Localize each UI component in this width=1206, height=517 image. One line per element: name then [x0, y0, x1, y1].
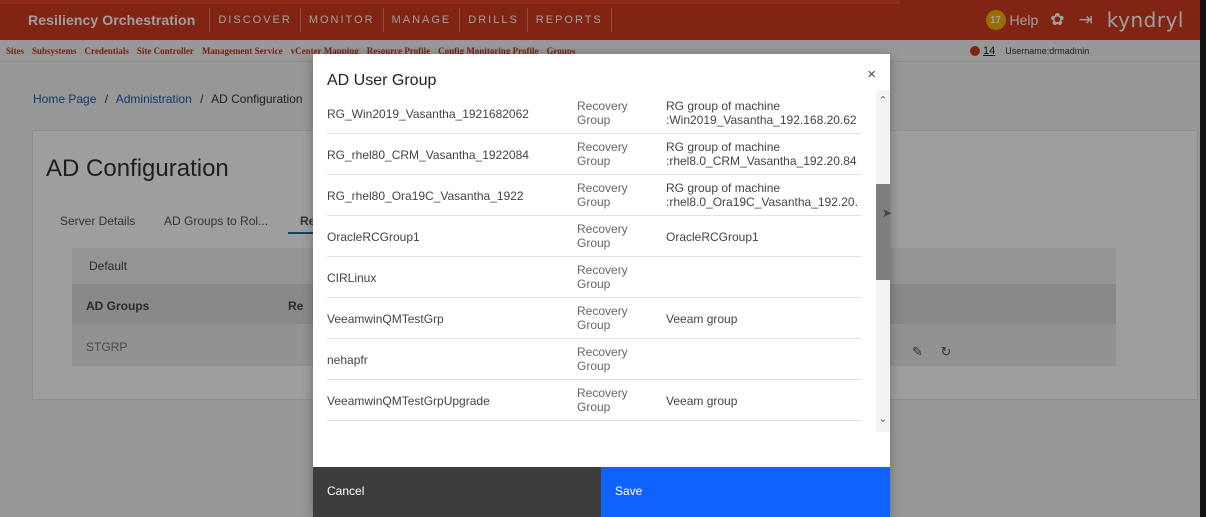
- group-type-line: Recovery: [577, 263, 628, 277]
- group-description-line: RG group of machine: [666, 140, 781, 154]
- group-type-line: Recovery: [577, 140, 628, 154]
- group-name: RG_rhel80_CRM_Vasantha_1922084: [327, 148, 529, 162]
- group-description: RG group of machine:Win2019_Vasantha_192…: [666, 99, 861, 127]
- group-type-line: Recovery: [577, 222, 628, 236]
- ad-user-group-modal: AD User Group × RG_Win2019_Vasantha_1921…: [313, 54, 890, 517]
- list-item[interactable]: VeeamwinQMTestGrp Recovery Group Veeam grou…: [327, 299, 861, 339]
- group-type-line: Recovery: [577, 304, 628, 318]
- group-type-line: Group: [577, 195, 611, 209]
- group-type-line: Group: [577, 400, 611, 414]
- group-description-line: OracleRCGroup1: [666, 230, 759, 244]
- group-type: Recovery Group: [577, 222, 662, 250]
- group-type-line: Group: [577, 359, 611, 373]
- list-item[interactable]: RG_Win2019_Vasantha_1921682062 Recovery Gr…: [327, 96, 861, 134]
- group-type: Recovery Group: [577, 181, 662, 209]
- group-type-line: Recovery: [577, 386, 628, 400]
- group-type-line: Recovery: [577, 181, 628, 195]
- group-type: Recovery Group: [577, 263, 662, 291]
- group-description: RG group of machine:rhel8.0_CRM_Vasantha…: [666, 140, 861, 168]
- group-name: nehapfr: [327, 353, 368, 367]
- group-type-line: Group: [577, 154, 611, 168]
- modal-title: AD User Group: [327, 72, 437, 89]
- page: Resiliency Orchestration DISCOVER MONITO…: [0, 0, 1206, 517]
- group-type-line: Group: [577, 113, 611, 127]
- group-type: Recovery Group: [577, 140, 662, 168]
- group-description-line: :rhel8.0_Ora19C_Vasantha_192.20.: [666, 195, 858, 209]
- group-name: VeeamwinQMTestGrpUpgrade: [327, 394, 490, 408]
- scroll-down-icon[interactable]: ⌄: [877, 412, 889, 425]
- group-description-line: RG group of machine: [666, 181, 781, 195]
- list-item[interactable]: VeeamwinQMTestGrpUpgrade Recovery Group Vee…: [327, 381, 861, 421]
- group-name: VeeamwinQMTestGrp: [327, 312, 444, 326]
- group-description: Veeam group: [666, 312, 861, 326]
- group-description: OracleRCGroup1: [666, 230, 861, 244]
- save-button[interactable]: Save: [601, 467, 890, 517]
- group-type: Recovery Group: [577, 345, 662, 373]
- group-name: CIRLinux: [327, 271, 377, 285]
- list-item[interactable]: RG_rhel80_Ora19C_Vasantha_1922 Recovery Gr…: [327, 176, 861, 216]
- cancel-button[interactable]: Cancel: [313, 467, 601, 517]
- group-type-line: Recovery: [577, 99, 628, 113]
- group-name: RG_Win2019_Vasantha_1921682062: [327, 107, 529, 121]
- group-type: Recovery Group: [577, 99, 662, 127]
- group-description: RG group of machine:rhel8.0_Ora19C_Vasan…: [666, 181, 861, 209]
- group-description-line: Veeam group: [666, 312, 738, 326]
- list-item[interactable]: RG_rhel80_CRM_Vasantha_1922084 Recovery Gr…: [327, 135, 861, 175]
- group-type: Recovery Group: [577, 304, 662, 332]
- list-item[interactable]: CIRLinux Recovery Group: [327, 258, 861, 298]
- group-description: Veeam group: [666, 394, 861, 408]
- group-description-line: Veeam group: [666, 394, 738, 408]
- group-name: RG_rhel80_Ora19C_Vasantha_1922: [327, 189, 524, 203]
- window-edge: [1200, 0, 1206, 517]
- scroll-up-icon[interactable]: ⌃: [877, 94, 889, 107]
- group-description-line: RG group of machine: [666, 99, 781, 113]
- group-description-line: :rhel8.0_CRM_Vasantha_192.20.84: [666, 154, 857, 168]
- close-icon[interactable]: ×: [867, 66, 876, 83]
- list-item[interactable]: nehapfr Recovery Group: [327, 340, 861, 380]
- list-item[interactable]: OracleRCGroup1 Recovery Group OracleRCGroup…: [327, 217, 861, 257]
- group-description-line: :Win2019_Vasantha_192.168.20.62: [666, 113, 857, 127]
- group-type-line: Group: [577, 277, 611, 291]
- group-name: OracleRCGroup1: [327, 230, 420, 244]
- group-type: Recovery Group: [577, 386, 662, 414]
- scrollbar-thumb[interactable]: [876, 184, 890, 280]
- group-type-line: Recovery: [577, 345, 628, 359]
- group-type-line: Group: [577, 236, 611, 250]
- group-list: RG_Win2019_Vasantha_1921682062 Recovery Gr…: [327, 96, 875, 486]
- group-type-line: Group: [577, 318, 611, 332]
- mouse-cursor-icon: ➤: [882, 206, 893, 220]
